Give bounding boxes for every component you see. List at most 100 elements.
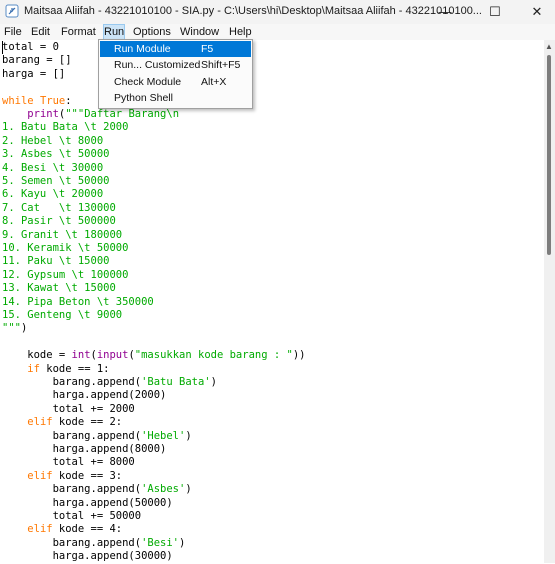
menu-options[interactable]: Options [133, 25, 171, 39]
code-line: barang.append('Batu Bata') [2, 376, 217, 389]
code-token: total += 8000 [2, 456, 135, 469]
code-token: barang.append( [2, 483, 142, 496]
code-token: elif [27, 469, 53, 482]
code-token: kode == 4: [52, 523, 123, 536]
minimize-button[interactable]: — [423, 0, 467, 24]
code-line: 6. Kayu \t 20000 [2, 188, 103, 201]
code-token: elif [27, 416, 53, 429]
title-bar[interactable]: Maitsaa Aliifah - 43221010100 - SIA.py -… [0, 0, 555, 24]
code-line: 11. Paku \t 15000 [2, 255, 109, 268]
code-token: 4. Besi \t 30000 [2, 161, 104, 174]
code-line: harga.append(8000) [2, 443, 167, 456]
code-token: harga.append(8000) [2, 443, 167, 455]
code-token: int [71, 349, 91, 362]
maximize-button[interactable]: ☐ [473, 0, 517, 24]
run-module-label: Run Module [114, 43, 171, 55]
code-line: if kode == 1: [2, 362, 110, 376]
code-token: while [2, 94, 34, 107]
python-shell-label: Python Shell [114, 92, 173, 104]
code-token: 15. Genteng \t 9000 [2, 309, 123, 321]
code-token: ) [20, 322, 28, 335]
code-token: )) [292, 349, 306, 362]
code-token: 5. Semen \t 50000 [2, 175, 110, 187]
code-line: harga = [] [2, 68, 65, 81]
run-module-shortcut: F5 [201, 43, 214, 55]
code-line: barang.append('Besi') [2, 536, 186, 550]
scrollbar-thumb[interactable] [547, 55, 551, 255]
code-line: total += 50000 [2, 510, 142, 523]
code-line: barang.append('Hebel') [2, 430, 192, 443]
menu-format[interactable]: Format [61, 25, 96, 39]
code-line: 15. Genteng \t 9000 [2, 309, 122, 322]
code-token: "masukkan kode barang : " [134, 349, 293, 362]
code-token: 1. Batu Bata \t 2000 [2, 121, 129, 134]
code-token: 9. Granit \t 180000 [2, 228, 123, 241]
code-line: harga.append(50000) [2, 497, 173, 510]
code-token: 6. Kayu \t 20000 [2, 188, 104, 201]
code-line: 10. Keramik \t 50000 [2, 242, 128, 255]
scroll-up-arrow-icon[interactable]: ▲ [545, 42, 553, 51]
idle-feather-icon [5, 4, 19, 18]
code-line: 13. Kawat \t 15000 [2, 282, 116, 295]
code-token: kode == 2: [52, 416, 123, 429]
code-token: 'Besi' [141, 536, 180, 549]
menu-python-shell[interactable]: Python Shell [100, 90, 251, 106]
code-line: barang = [] [2, 54, 72, 67]
code-token: 'Asbes' [141, 483, 186, 496]
code-token: barang = [] [2, 54, 72, 67]
code-token: : [65, 94, 72, 107]
code-token: 2. Hebel \t 8000 [2, 134, 104, 147]
code-token: ) [210, 376, 217, 388]
menu-file[interactable]: File [4, 25, 22, 39]
code-token: 'Batu Bata' [141, 376, 211, 388]
code-token: barang.append( [2, 536, 142, 549]
code-line: 1. Batu Bata \t 2000 [2, 121, 128, 134]
code-token: harga.append(2000) [2, 389, 167, 402]
menu-edit[interactable]: Edit [31, 25, 50, 39]
menu-window[interactable]: Window [180, 25, 219, 39]
code-token: barang.append( [2, 376, 142, 388]
code-token: barang.append( [2, 429, 142, 442]
code-line: elif kode == 3: [2, 470, 122, 483]
code-token: harga.append(30000) [2, 550, 173, 563]
menu-run-module[interactable]: Run Module F5 [100, 41, 251, 57]
menu-help[interactable]: Help [229, 25, 252, 39]
code-token: """Daftar Barang\n [65, 108, 180, 120]
code-line: 4. Besi \t 30000 [2, 162, 103, 175]
code-line: 14. Pipa Beton \t 350000 [2, 296, 154, 309]
code-line: 5. Semen \t 50000 [2, 175, 109, 188]
code-token: 14. Pipa Beton \t 350000 [2, 295, 154, 308]
code-line: total += 8000 [2, 456, 135, 469]
code-token: elif [27, 523, 53, 536]
text-cursor [2, 41, 3, 54]
code-line: barang.append('Asbes') [2, 483, 192, 496]
code-token: kode == 1: [39, 362, 110, 375]
menu-run[interactable]: Run [102, 24, 126, 40]
menu-run-customized[interactable]: Run... Customized Shift+F5 [100, 57, 251, 73]
code-token: total += 50000 [2, 510, 142, 522]
check-module-label: Check Module [114, 76, 182, 88]
run-customized-shortcut: Shift+F5 [201, 59, 241, 71]
code-token: 'Hebel' [141, 429, 186, 442]
code-token: total += 2000 [2, 402, 135, 415]
code-token: 10. Keramik \t 50000 [2, 242, 129, 254]
code-line: print("""Daftar Barang\n [2, 108, 179, 121]
code-token: True [39, 94, 66, 107]
menu-bar: File Edit Format Run Options Window Help [0, 24, 555, 40]
menu-check-module[interactable]: Check Module Alt+X [100, 74, 251, 90]
code-line: elif kode == 4: [2, 523, 122, 536]
code-token: """ [2, 322, 21, 335]
code-line: 12. Gypsum \t 100000 [2, 269, 128, 282]
code-line: total += 2000 [2, 403, 135, 416]
close-button[interactable]: ✕ [515, 0, 555, 24]
code-token: 11. Paku \t 15000 [2, 255, 110, 268]
code-line: """) [2, 322, 27, 335]
code-line: while True: [2, 95, 72, 108]
code-token: 13. Kawat \t 15000 [2, 282, 116, 295]
code-token: ) [185, 483, 192, 496]
code-token: input [96, 349, 129, 362]
code-token: total = 0 [2, 41, 59, 53]
